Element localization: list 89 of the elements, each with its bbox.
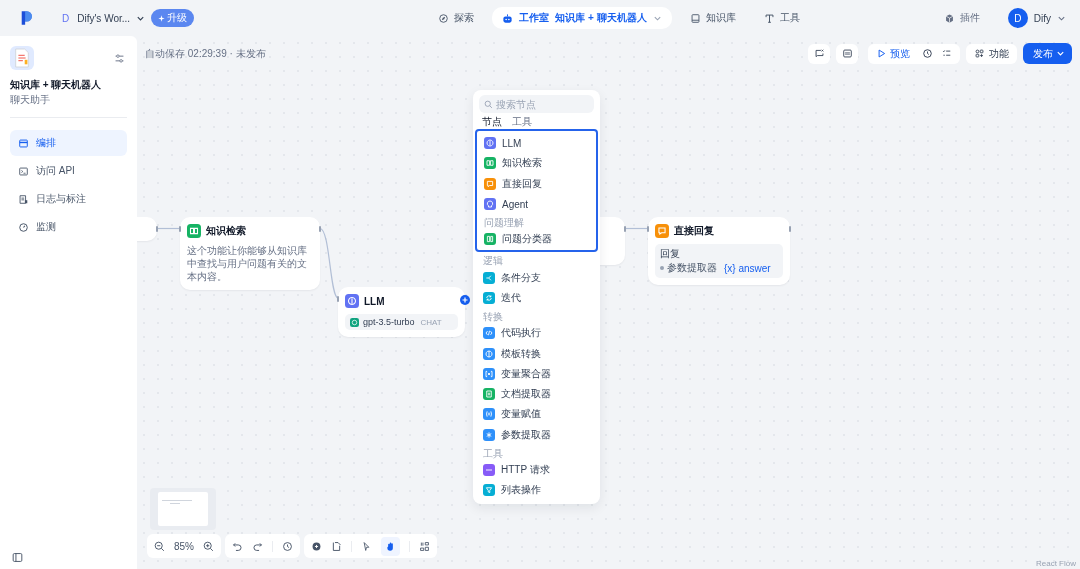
document-icon xyxy=(10,46,34,70)
layout-icon[interactable] xyxy=(419,540,430,552)
section-heading: 工具 xyxy=(482,446,504,460)
nav-tab[interactable]: 工作室 知识库 + 聊天机器人 xyxy=(492,7,672,29)
compass-icon xyxy=(438,12,450,24)
sidebar-item[interactable]: 监测 xyxy=(10,214,127,240)
nav-tab[interactable]: 知识库 xyxy=(679,7,746,29)
play-icon xyxy=(876,48,887,59)
field-label: 回复 xyxy=(660,247,681,261)
search-icon xyxy=(484,99,493,109)
plugins-link[interactable]: 插件 xyxy=(943,11,980,25)
redo-icon[interactable] xyxy=(252,540,263,552)
nav-label[interactable]: 工作室 xyxy=(519,11,550,25)
node-type-item[interactable]: 迭代 xyxy=(477,287,596,309)
node-title: 直接回复 xyxy=(674,224,714,238)
window-icon xyxy=(18,137,29,149)
sidebar-item[interactable]: 日志与标注 xyxy=(10,186,127,212)
robot-icon xyxy=(502,12,514,24)
zoom-in-icon[interactable] xyxy=(203,540,214,552)
node-type-item[interactable]: 代码执行 xyxy=(477,323,596,344)
history-icon[interactable] xyxy=(922,48,933,59)
nav-tab[interactable]: 工具 xyxy=(753,7,810,29)
cube-icon xyxy=(943,12,955,24)
section-heading: 逻辑 xyxy=(482,254,504,268)
user-avatar[interactable]: D xyxy=(1007,8,1028,28)
edge-line xyxy=(156,227,181,230)
notes-icon xyxy=(18,193,29,205)
nav-tab[interactable]: 探索 xyxy=(428,7,485,29)
panel-toggle-icon[interactable] xyxy=(12,552,23,563)
list-icon[interactable] xyxy=(941,48,952,59)
message-icon xyxy=(813,48,825,59)
gauge-icon xyxy=(18,221,29,233)
env-button[interactable] xyxy=(836,43,858,64)
zoom-out-icon[interactable] xyxy=(154,540,165,552)
logo-icon xyxy=(20,10,32,26)
search-field[interactable]: 搜索节点 xyxy=(479,95,594,113)
picker-tab[interactable]: 工具 xyxy=(512,115,532,129)
workspace-avatar: D xyxy=(62,12,70,24)
sidebar-item[interactable]: 访问 API xyxy=(10,158,127,184)
app-title: 知识库 + 聊天机器人 xyxy=(10,78,103,92)
node-type-item[interactable]: 文档提取器 xyxy=(477,383,596,405)
node-type-item[interactable]: 条件分支 xyxy=(477,267,596,288)
grid-icon xyxy=(974,48,985,59)
caret-icon xyxy=(1056,49,1065,58)
history-icon[interactable] xyxy=(282,540,293,552)
node-type-item[interactable]: 模板转换 xyxy=(477,343,596,364)
settings-icon[interactable] xyxy=(114,52,125,64)
sidebar-item[interactable]: 编排 xyxy=(10,130,127,156)
section-heading: 问题理解 xyxy=(483,216,525,230)
node-type-item[interactable]: 变量赋值 xyxy=(477,404,596,425)
add-node-icon[interactable] xyxy=(311,540,322,552)
app-switcher[interactable]: 知识库 + 聊天机器人 xyxy=(555,11,647,25)
model-selector[interactable]: gpt-3.5-turbo CHAT xyxy=(345,314,458,330)
node-title: 知识检索 xyxy=(206,224,246,238)
user-name[interactable]: Dify xyxy=(1033,12,1051,24)
features-button[interactable]: 功能 xyxy=(966,43,1017,64)
section-heading: 转换 xyxy=(482,310,504,324)
book-icon xyxy=(689,12,701,24)
node-type-item[interactable]: HTTP 请求 xyxy=(477,459,596,481)
node-type-item[interactable]: Agent xyxy=(478,193,595,215)
edge-line xyxy=(624,227,649,230)
zoom-level[interactable]: 85% xyxy=(174,540,194,552)
node-type-item[interactable]: 直接回复 xyxy=(478,173,595,194)
node-type-item[interactable]: 知识检索 xyxy=(478,153,595,174)
node-type-item[interactable]: 列表操作 xyxy=(477,480,596,501)
hand-icon[interactable] xyxy=(381,536,400,556)
sparkle-icon xyxy=(158,14,166,22)
node-title: LLM xyxy=(364,295,385,307)
node-type-item[interactable]: 参数提取器 xyxy=(477,424,596,445)
terminal-icon xyxy=(18,165,29,177)
node-description: 这个功能让你能够从知识库中查找与用户问题有关的文本内容。 xyxy=(187,244,308,283)
publish-button[interactable]: 发布 xyxy=(1023,43,1072,64)
node-type-item[interactable]: LLM xyxy=(478,133,595,154)
pointer-icon[interactable] xyxy=(361,540,372,552)
app-subtitle: 聊天助手 xyxy=(10,93,51,107)
edge-line xyxy=(319,227,339,299)
picker-tab[interactable]: 节点 xyxy=(482,115,502,129)
model-icon xyxy=(350,317,359,327)
tools-icon xyxy=(763,12,775,24)
variable-reference: 参数提取器 {x} answer xyxy=(660,261,771,275)
node-type-item[interactable]: 问题分类器 xyxy=(478,229,595,250)
workspace-name[interactable]: Dify's Wor... xyxy=(77,12,131,24)
add-icon[interactable] xyxy=(460,295,470,305)
env-icon xyxy=(841,48,853,59)
node-type-item[interactable]: 变量聚合器 xyxy=(477,363,596,384)
autosave-status: 自动保存 02:29:39 · 未发布 xyxy=(145,46,266,61)
undo-icon[interactable] xyxy=(232,540,243,552)
note-icon[interactable] xyxy=(331,540,342,552)
checklist-button[interactable] xyxy=(808,43,830,64)
